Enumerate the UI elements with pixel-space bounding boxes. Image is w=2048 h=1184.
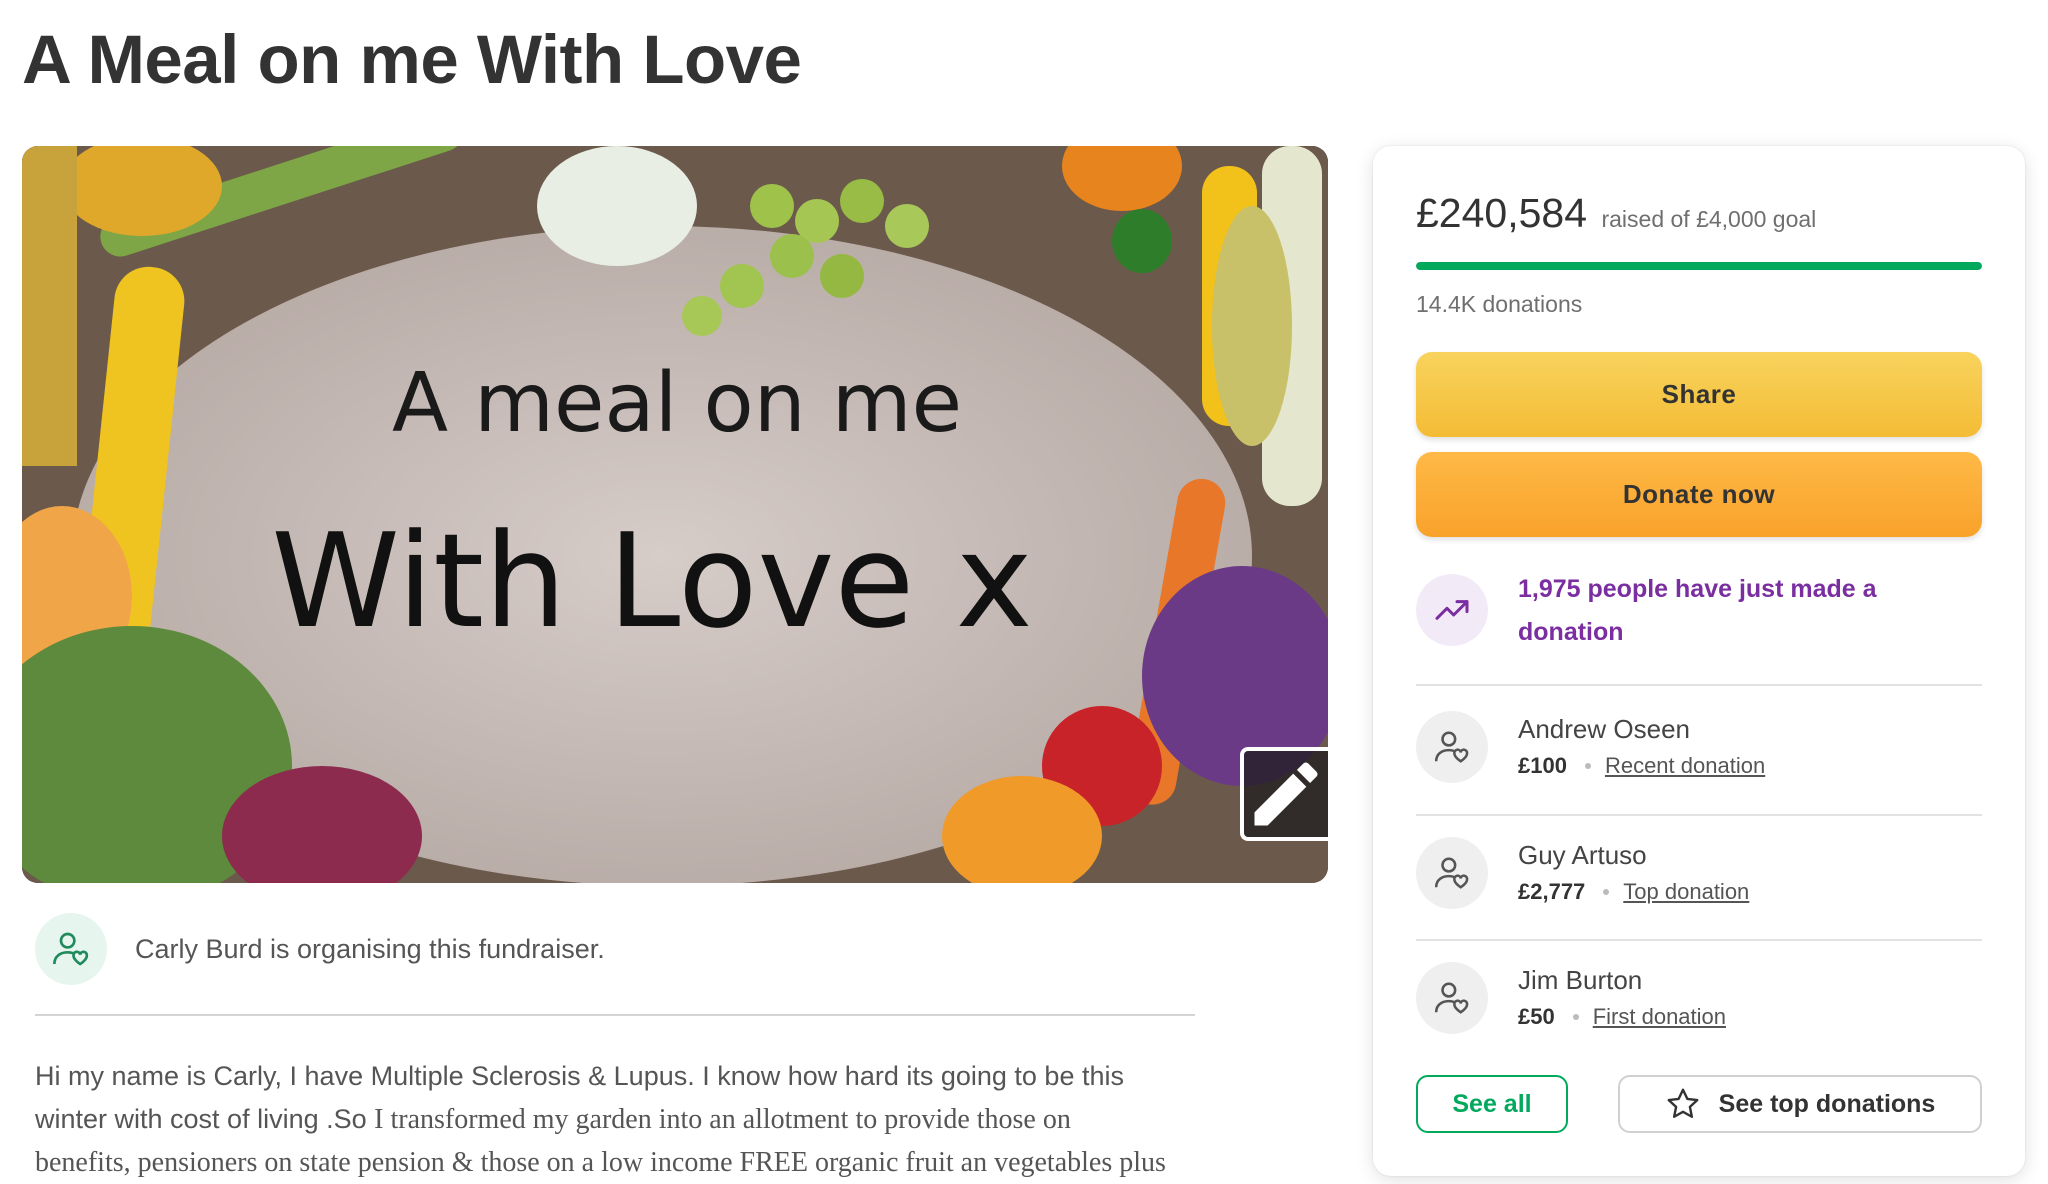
donor-info: Andrew Oseen £100 Recent donation xyxy=(1518,711,1765,779)
donor-name: Guy Artuso xyxy=(1518,840,1647,870)
separator-dot xyxy=(1603,889,1610,895)
donor-row: Guy Artuso £2,777 Top donation xyxy=(1416,837,1749,909)
recent-activity-text: 1,975 people have just made a donation xyxy=(1518,575,1877,646)
story-line-part: winter with cost of living .So xyxy=(35,1104,375,1134)
story-line: Hi my name is Carly, I have Multiple Scl… xyxy=(35,1061,1124,1091)
star-icon xyxy=(1665,1086,1701,1122)
donor-name: Jim Burton xyxy=(1518,965,1643,995)
donation-tag-link[interactable]: Recent donation xyxy=(1605,753,1765,779)
fundraiser-hero-image: A meal on me With Love x xyxy=(22,146,1328,883)
donate-now-button[interactable]: Donate now xyxy=(1416,452,1982,537)
donor-info: Guy Artuso £2,777 Top donation xyxy=(1518,837,1749,905)
progress-bar-fill xyxy=(1416,262,1982,270)
donation-sidebar-card: £240,584 raised of £4,000 goal 14.4K don… xyxy=(1373,146,2025,1176)
user-heart-icon xyxy=(1434,857,1469,889)
pencil-icon xyxy=(1254,762,1318,826)
progress-bar xyxy=(1416,262,1982,270)
donor-avatar xyxy=(1416,837,1488,909)
edit-photo-button[interactable] xyxy=(1240,747,1328,841)
goal-text: raised of £4,000 goal xyxy=(1601,206,1817,232)
donor-avatar xyxy=(1416,962,1488,1034)
story-line-part: I transformed my garden into an allotmen… xyxy=(374,1104,1071,1135)
donation-tag-link[interactable]: Top donation xyxy=(1623,879,1749,905)
trend-icon-badge xyxy=(1416,574,1488,646)
user-heart-icon xyxy=(1434,731,1469,763)
page-title: A Meal on me With Love xyxy=(22,21,802,98)
see-top-donations-label: See top donations xyxy=(1718,1089,1936,1118)
donor-meta: £50 First donation xyxy=(1518,1004,1726,1030)
divider xyxy=(1416,684,1982,686)
story-line: winter with cost of living .So I transfo… xyxy=(35,1098,1215,1141)
donor-amount: £2,777 xyxy=(1518,879,1586,904)
donor-amount: £50 xyxy=(1518,1004,1555,1029)
recent-activity: 1,975 people have just made a donation xyxy=(1416,568,1938,654)
divider xyxy=(1416,814,1982,816)
donor-row: Jim Burton £50 First donation xyxy=(1416,962,1726,1034)
donations-count: 14.4K donations xyxy=(1416,291,1583,317)
see-all-button[interactable]: See all xyxy=(1416,1075,1568,1133)
organiser-text: Carly Burd is organising this fundraiser… xyxy=(135,933,605,964)
hero-illustration: A meal on me With Love x xyxy=(22,146,1328,883)
donation-tag-link[interactable]: First donation xyxy=(1593,1004,1726,1030)
content-divider xyxy=(35,1014,1195,1016)
donor-row: Andrew Oseen £100 Recent donation xyxy=(1416,711,1765,783)
separator-dot xyxy=(1572,1014,1579,1020)
divider xyxy=(1416,939,1982,941)
donor-info: Jim Burton £50 First donation xyxy=(1518,962,1726,1030)
donor-amount: £100 xyxy=(1518,753,1567,778)
donor-meta: £100 Recent donation xyxy=(1518,753,1765,779)
donor-meta: £2,777 Top donation xyxy=(1518,879,1749,905)
amount-raised: £240,584 xyxy=(1416,190,1588,236)
amount-raised-row: £240,584 raised of £4,000 goal xyxy=(1416,190,1816,237)
share-button[interactable]: Share xyxy=(1416,352,1982,437)
hero-text-line2: With Love x xyxy=(271,505,1032,657)
organiser-row: Carly Burd is organising this fundraiser… xyxy=(35,913,605,985)
hero-text-line1: A meal on me xyxy=(392,356,962,451)
story-line: benefits, pensioners on state pension & … xyxy=(35,1147,1166,1178)
separator-dot xyxy=(1584,763,1591,769)
fundraiser-story: Hi my name is Carly, I have Multiple Scl… xyxy=(35,1055,1215,1184)
user-heart-icon xyxy=(1434,982,1469,1014)
see-top-donations-button[interactable]: See top donations xyxy=(1618,1075,1982,1133)
donor-name: Andrew Oseen xyxy=(1518,714,1690,744)
user-heart-icon xyxy=(53,932,89,966)
donor-avatar xyxy=(1416,711,1488,783)
organiser-avatar xyxy=(35,913,107,985)
trending-up-icon xyxy=(1435,600,1469,620)
